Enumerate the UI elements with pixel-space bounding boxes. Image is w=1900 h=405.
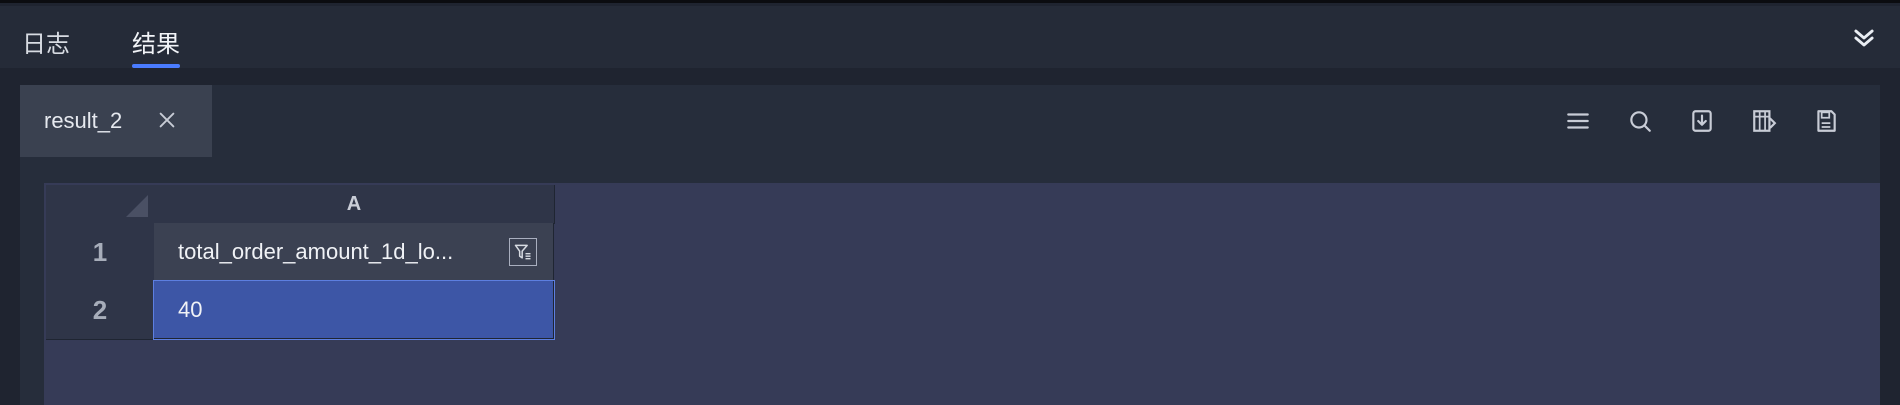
result-tab-label: result_2 [44, 108, 123, 133]
menu-icon [1567, 113, 1589, 129]
filter-button[interactable] [509, 238, 537, 266]
column-settings-icon [1753, 110, 1777, 132]
select-all-corner[interactable] [46, 185, 155, 224]
close-icon [159, 112, 175, 128]
top-tabbar: 日志 结果 [0, 6, 1900, 68]
result-grid-panel: A 1 total_order_amount_1d_lo... 2 40 [44, 183, 1880, 405]
search-icon [1630, 111, 1651, 132]
menu-button[interactable] [1564, 107, 1592, 135]
download-icon [1692, 110, 1712, 132]
column-header[interactable]: A [154, 185, 555, 224]
result-tab[interactable]: result_2 [20, 85, 212, 157]
tab-logs[interactable]: 日志 [22, 24, 70, 59]
collapse-panel-button[interactable] [1850, 24, 1878, 52]
save-button[interactable] [1812, 107, 1840, 135]
save-icon [1817, 110, 1836, 132]
cell-text: 40 [178, 297, 203, 322]
result-area: result_2 A 1 total_order_amount_1d_lo...… [20, 85, 1880, 405]
active-tab-indicator [132, 64, 180, 68]
corner-triangle-icon [126, 195, 148, 217]
row-number[interactable]: 2 [46, 281, 155, 340]
column-settings-button[interactable] [1750, 107, 1778, 135]
close-tab-button[interactable] [156, 109, 178, 131]
download-button[interactable] [1688, 107, 1716, 135]
filter-icon [514, 244, 531, 260]
tab-result[interactable]: 结果 [132, 24, 180, 59]
cell-text: total_order_amount_1d_lo... [178, 239, 454, 264]
search-button[interactable] [1626, 107, 1654, 135]
selected-cell[interactable]: 40 [153, 280, 555, 340]
app-frame: 日志 结果 result_2 A 1 total_order_amount_1d… [0, 0, 1900, 405]
result-toolbar [1564, 107, 1840, 135]
header-cell[interactable]: total_order_amount_1d_lo... [154, 223, 554, 281]
chevron-double-down-icon [1854, 29, 1874, 47]
result-tabbar: result_2 [20, 85, 1880, 157]
row-number[interactable]: 1 [46, 223, 155, 282]
